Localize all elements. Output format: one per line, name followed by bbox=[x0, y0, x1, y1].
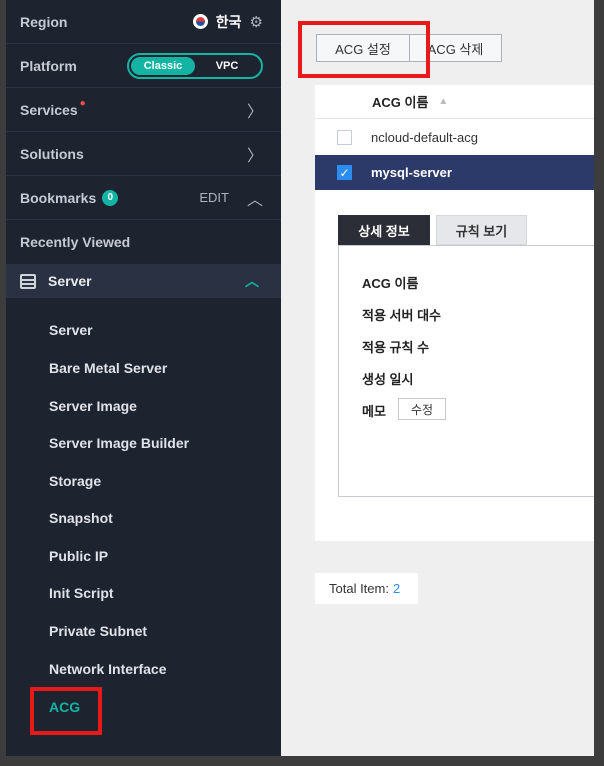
sidebar-item-private-subnet[interactable]: Private Subnet bbox=[49, 621, 147, 641]
region-label: Region bbox=[20, 13, 68, 30]
platform-classic-option[interactable]: Classic bbox=[131, 56, 195, 75]
gear-icon[interactable]: ⚙ bbox=[250, 13, 263, 31]
acg-highlight-box bbox=[30, 687, 102, 735]
korea-flag-icon bbox=[192, 14, 208, 29]
sidebar-item-bare-metal-server[interactable]: Bare Metal Server bbox=[49, 358, 167, 378]
sidebar-item-bookmarks[interactable]: Bookmarks 0 EDIT ︿ bbox=[6, 176, 281, 220]
server-section-label: Server bbox=[48, 273, 92, 289]
sidebar-item-public-ip[interactable]: Public IP bbox=[49, 546, 108, 566]
acg-settings-highlight-box bbox=[298, 21, 430, 78]
server-section-header[interactable]: Server ︿ bbox=[6, 264, 281, 298]
acg-name-column-header[interactable]: ACG 이름 bbox=[372, 92, 428, 111]
row-acg-name: mysql-server bbox=[371, 165, 452, 180]
table-row-selected[interactable]: ✓ mysql-server bbox=[315, 155, 594, 190]
chevron-right-icon: 〉 bbox=[246, 147, 263, 165]
sidebar-item-recently-viewed[interactable]: Recently Viewed bbox=[6, 220, 281, 264]
platform-toggle[interactable]: Classic VPC bbox=[127, 52, 263, 79]
detail-panel: 상세 정보 규칙 보기 ACG 이름 적용 서버 대수 적용 규칙 수 생성 일… bbox=[315, 193, 594, 541]
sidebar-item-storage[interactable]: Storage bbox=[49, 471, 101, 491]
platform-label: Platform bbox=[20, 57, 77, 74]
detail-label-server-count: 적용 서버 대수 bbox=[362, 308, 441, 323]
sidebar: Region 한국 ⚙ Platform Classic VPC Service… bbox=[6, 0, 281, 756]
sidebar-item-snapshot[interactable]: Snapshot bbox=[49, 508, 113, 528]
row-checkbox[interactable] bbox=[337, 130, 352, 145]
table-row[interactable]: ncloud-default-acg bbox=[315, 120, 594, 155]
sidebar-item-server[interactable]: Server bbox=[49, 320, 93, 340]
bookmarks-edit-link[interactable]: EDIT bbox=[199, 190, 229, 205]
chevron-up-icon[interactable]: ︿ bbox=[247, 186, 263, 210]
platform-vpc-option[interactable]: VPC bbox=[195, 57, 259, 75]
recently-viewed-label: Recently Viewed bbox=[20, 234, 131, 250]
detail-label-acg-name: ACG 이름 bbox=[362, 276, 419, 291]
row-acg-name: ncloud-default-acg bbox=[371, 130, 478, 145]
sidebar-item-network-interface[interactable]: Network Interface bbox=[49, 659, 166, 679]
server-icon bbox=[20, 273, 36, 289]
region-value[interactable]: 한국 bbox=[216, 12, 242, 32]
main-content: ACG 설정 ACG 삭제 ACG 이름 ▲ ncloud-default-ac… bbox=[281, 0, 594, 756]
sidebar-item-solutions[interactable]: Solutions 〉 bbox=[6, 132, 281, 176]
sidebar-item-services[interactable]: Services ● 〉 bbox=[6, 88, 281, 132]
total-item-value: 2 bbox=[392, 581, 401, 596]
sort-icon[interactable]: ▲ bbox=[438, 96, 448, 107]
total-item-label: Total Item: bbox=[329, 581, 389, 596]
services-label: Services bbox=[20, 101, 78, 118]
table-header: ACG 이름 ▲ bbox=[315, 85, 594, 119]
new-indicator-dot: ● bbox=[79, 98, 86, 109]
sidebar-item-server-image[interactable]: Server Image bbox=[49, 396, 137, 416]
chevron-right-icon: 〉 bbox=[246, 103, 263, 121]
bookmarks-label: Bookmarks bbox=[20, 189, 97, 206]
detail-label-memo: 메모 bbox=[362, 404, 386, 419]
region-row[interactable]: Region 한국 ⚙ bbox=[6, 0, 281, 44]
total-item-count: Total Item: 2 bbox=[315, 573, 418, 604]
sidebar-item-server-image-builder[interactable]: Server Image Builder bbox=[49, 433, 189, 453]
tab-details[interactable]: 상세 정보 bbox=[338, 215, 430, 245]
chevron-up-icon[interactable]: ︿ bbox=[245, 271, 259, 291]
bookmarks-count-badge: 0 bbox=[102, 189, 119, 206]
detail-label-rule-count: 적용 규칙 수 bbox=[362, 340, 430, 355]
platform-row: Platform Classic VPC bbox=[6, 44, 281, 88]
solutions-label: Solutions bbox=[20, 145, 84, 162]
tab-rules[interactable]: 규칙 보기 bbox=[436, 215, 527, 245]
memo-edit-button[interactable]: 수정 bbox=[398, 398, 446, 420]
acg-table: ACG 이름 ▲ ncloud-default-acg ✓ mysql-serv… bbox=[315, 85, 594, 193]
row-checkbox-checked[interactable]: ✓ bbox=[337, 165, 352, 180]
sidebar-item-init-script[interactable]: Init Script bbox=[49, 583, 114, 603]
detail-label-created-at: 생성 일시 bbox=[362, 372, 414, 387]
